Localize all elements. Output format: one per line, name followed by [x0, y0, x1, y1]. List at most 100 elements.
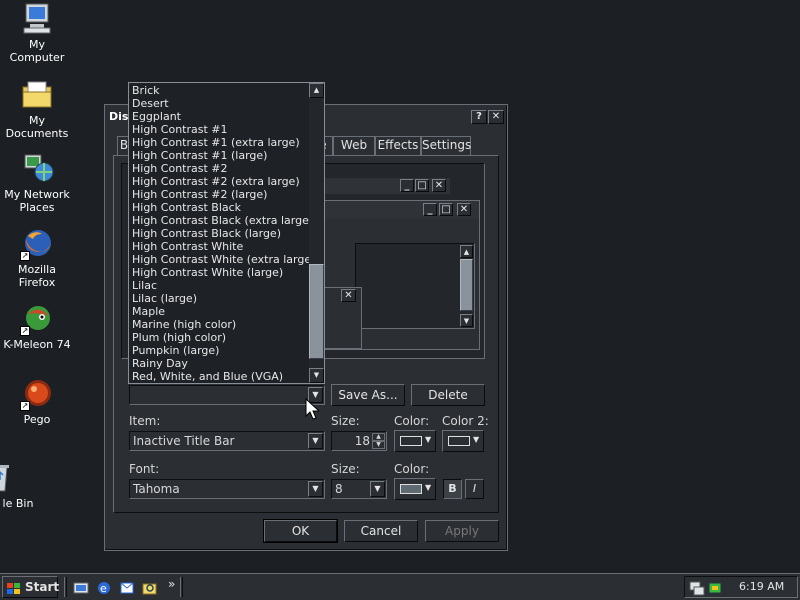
- item-size-stepper[interactable]: 18 ▲ ▼: [331, 431, 387, 451]
- pego-icon: ↗: [20, 377, 54, 411]
- scheme-option[interactable]: High Contrast #2 (extra large): [131, 175, 309, 188]
- k-meleon-icon: ↗: [20, 302, 54, 336]
- desktop-icon-label: My Computer: [9, 38, 65, 64]
- font-size-select[interactable]: 8 ▼: [331, 479, 387, 499]
- scheme-option[interactable]: High Contrast Black (extra large): [131, 214, 313, 227]
- scheme-option[interactable]: High Contrast #1: [131, 123, 309, 136]
- taskbar-divider: [180, 577, 183, 597]
- windows-logo-icon: [7, 581, 21, 594]
- desktop-icon-my-documents[interactable]: My Documents: [0, 78, 74, 140]
- quicklaunch-ie-icon[interactable]: e: [96, 580, 112, 596]
- italic-button[interactable]: I: [465, 479, 484, 499]
- item-size-value: 18: [354, 434, 370, 448]
- font-color-button[interactable]: ▼: [394, 478, 436, 500]
- preview-minimize-icon: _: [423, 203, 437, 216]
- desktop-icon-network-places[interactable]: My Network Places: [0, 152, 74, 214]
- scheme-option[interactable]: High Contrast #1 (extra large): [131, 136, 309, 149]
- dropdown-scrollbar[interactable]: ▲ ▼: [309, 83, 324, 383]
- font-label: Font:: [129, 462, 160, 476]
- item-select[interactable]: Inactive Title Bar ▼: [129, 431, 325, 451]
- svg-text:e: e: [100, 582, 107, 595]
- scheme-option[interactable]: High Contrast #2 (large): [131, 188, 309, 201]
- scheme-option[interactable]: Red, White, and Blue (VGA): [131, 370, 309, 383]
- chevron-down-icon: ▼: [473, 435, 480, 444]
- scheme-option[interactable]: High Contrast Black: [131, 201, 309, 214]
- tab-effects[interactable]: Effects: [375, 136, 421, 155]
- cancel-button[interactable]: Cancel: [344, 520, 418, 542]
- recycle-bin-icon: [0, 461, 17, 495]
- help-button[interactable]: ?: [471, 110, 487, 124]
- preview-maximize-icon: □: [415, 179, 429, 192]
- clock[interactable]: 6:19 AM: [739, 580, 784, 593]
- firefox-icon: ↗: [20, 227, 54, 261]
- shortcut-arrow-icon: ↗: [20, 401, 30, 411]
- desktop-icon-label: My Network Places: [4, 188, 70, 214]
- save-as-button[interactable]: Save As...: [331, 384, 405, 406]
- scheme-option[interactable]: High Contrast #1 (large): [131, 149, 309, 162]
- scheme-option[interactable]: High Contrast White (extra large): [131, 253, 315, 266]
- mouse-pointer-icon: [305, 397, 321, 423]
- spin-up-icon[interactable]: ▲: [372, 433, 385, 441]
- item-color2-label: Color 2:: [442, 414, 489, 428]
- item-color2-button[interactable]: ▼: [442, 430, 484, 452]
- scheme-option[interactable]: High Contrast Black (large): [131, 227, 309, 240]
- scheme-dropdown-list[interactable]: Brick Desert Eggplant High Contrast #1 High …: [128, 82, 325, 384]
- item-value: Inactive Title Bar: [133, 434, 235, 448]
- close-button[interactable]: ✕: [488, 110, 504, 124]
- scheme-option[interactable]: High Contrast White (large): [131, 266, 309, 279]
- item-color-button[interactable]: ▼: [394, 430, 436, 452]
- scheme-option[interactable]: Brick: [131, 84, 309, 97]
- delete-button[interactable]: Delete: [411, 384, 485, 406]
- safely-remove-tray-icon[interactable]: [707, 580, 723, 596]
- scheme-option[interactable]: Maple: [131, 305, 309, 318]
- desktop-icon-label: My Documents: [5, 114, 69, 140]
- scheme-option[interactable]: Rainy Day: [131, 357, 309, 370]
- taskbar-divider: [64, 577, 67, 597]
- ok-button[interactable]: OK: [263, 519, 338, 543]
- quicklaunch-outlook-icon[interactable]: [119, 580, 135, 596]
- scheme-option[interactable]: Pumpkin (large): [131, 344, 309, 357]
- chevron-down-icon[interactable]: ▼: [370, 481, 385, 497]
- bold-button[interactable]: B: [443, 479, 462, 499]
- scheme-option[interactable]: Marine (high color): [131, 318, 309, 331]
- quicklaunch-show-desktop-icon[interactable]: [73, 580, 89, 596]
- scheme-option[interactable]: High Contrast White: [131, 240, 309, 253]
- scroll-up-icon[interactable]: ▲: [309, 83, 324, 98]
- tab-settings[interactable]: Settings: [421, 136, 471, 155]
- scheme-select[interactable]: ▼: [129, 385, 325, 405]
- scheme-option[interactable]: Eggplant: [131, 110, 309, 123]
- computer-icon: [20, 2, 54, 36]
- scheme-option[interactable]: High Contrast #2: [131, 162, 309, 175]
- font-color-swatch: [400, 484, 422, 494]
- preview-close-icon: ✕: [457, 203, 471, 216]
- apply-button[interactable]: Apply: [425, 520, 499, 542]
- scheme-option[interactable]: Lilac (large): [131, 292, 309, 305]
- desktop-icon-pego[interactable]: ↗ Pego: [0, 377, 74, 426]
- scroll-thumb[interactable]: [309, 264, 324, 360]
- quicklaunch-chevron[interactable]: »: [168, 577, 175, 591]
- tab-web[interactable]: Web: [333, 136, 375, 155]
- preview-scroll-down-icon: ▼: [460, 314, 473, 327]
- scheme-options[interactable]: Brick Desert Eggplant High Contrast #1 High …: [131, 84, 315, 383]
- quicklaunch-search-icon[interactable]: [142, 580, 158, 596]
- scheme-option[interactable]: Desert: [131, 97, 309, 110]
- chevron-down-icon[interactable]: ▼: [308, 433, 323, 449]
- item-color-label: Color:: [394, 414, 430, 428]
- scheme-option[interactable]: Plum (high color): [131, 331, 309, 344]
- network-tray-icon[interactable]: [689, 580, 705, 596]
- desktop-icon-k-meleon[interactable]: ↗ K-Meleon 74: [0, 302, 74, 351]
- font-value: Tahoma: [133, 482, 180, 496]
- desktop-icon-recycle-bin[interactable]: le Bin: [0, 461, 37, 510]
- desktop-icon-my-computer[interactable]: My Computer: [0, 2, 74, 64]
- scheme-option[interactable]: Lilac: [131, 279, 309, 292]
- item-label: Item:: [129, 414, 161, 428]
- desktop-icon-firefox[interactable]: ↗ Mozilla Firefox: [0, 227, 74, 289]
- start-button[interactable]: Start: [2, 576, 59, 598]
- desktop-icon-label: K-Meleon 74: [3, 338, 71, 351]
- taskbar: Start e » 6:19 AM: [0, 573, 800, 600]
- spin-down-icon[interactable]: ▼: [372, 441, 385, 449]
- scroll-down-icon[interactable]: ▼: [309, 368, 324, 383]
- font-select[interactable]: Tahoma ▼: [129, 479, 325, 499]
- chevron-down-icon: ▼: [425, 483, 432, 492]
- chevron-down-icon[interactable]: ▼: [308, 481, 323, 497]
